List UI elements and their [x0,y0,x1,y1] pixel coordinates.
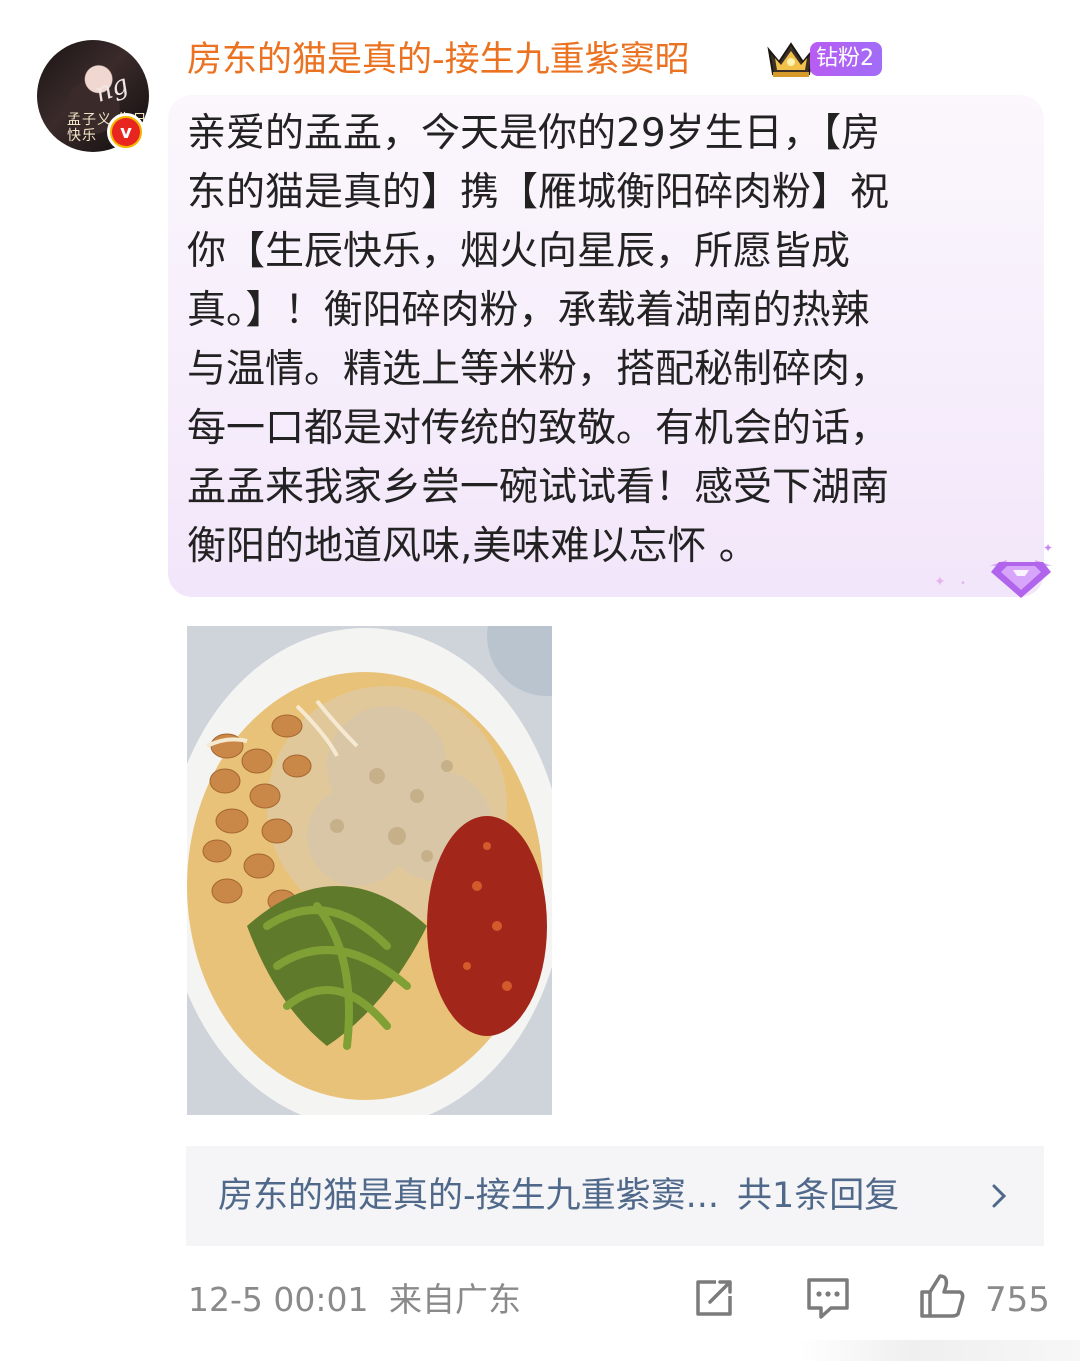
share-icon[interactable] [692,1276,736,1320]
diamond-gem-icon: ✦ [989,541,1053,598]
bottom-fade [800,1340,1080,1361]
comment-meta: 12-5 00:01 来自广东 [188,1278,521,1322]
comment-text: 亲爱的孟孟，今天是你的29岁生日，【房 东的猫是真的】携【雁城衡阳碎肉粉】祝 你… [187,111,890,569]
verified-v-icon: v [107,113,145,151]
food-photo-image [187,626,552,1115]
reply-count: 共1条回复 [737,1176,900,1216]
sparkle-icon: ✦ [934,574,946,590]
comment-time: 12-5 00:01 [188,1280,369,1319]
reply-author: 房东的猫是真的-接生九重紫窦... [218,1176,720,1216]
comment-photo[interactable] [187,626,552,1115]
comment-location: 来自广东 [389,1280,521,1319]
reply-preview[interactable]: 房东的猫是真的-接生九重紫窦... 共1条回复 [186,1146,1044,1246]
sparkle-icon: • [960,578,966,589]
fan-badge[interactable]: 钻粉2 [810,42,882,76]
like-count: 755 [985,1280,1050,1320]
svg-text:✦: ✦ [1043,541,1053,555]
avatar-script-text: ng [90,69,133,109]
thumbs-up-icon[interactable] [918,1272,966,1320]
chevron-right-icon [992,1184,1007,1208]
comment-username[interactable]: 房东的猫是真的-接生九重紫窦昭 [187,36,690,84]
comment-icon[interactable] [805,1276,851,1320]
